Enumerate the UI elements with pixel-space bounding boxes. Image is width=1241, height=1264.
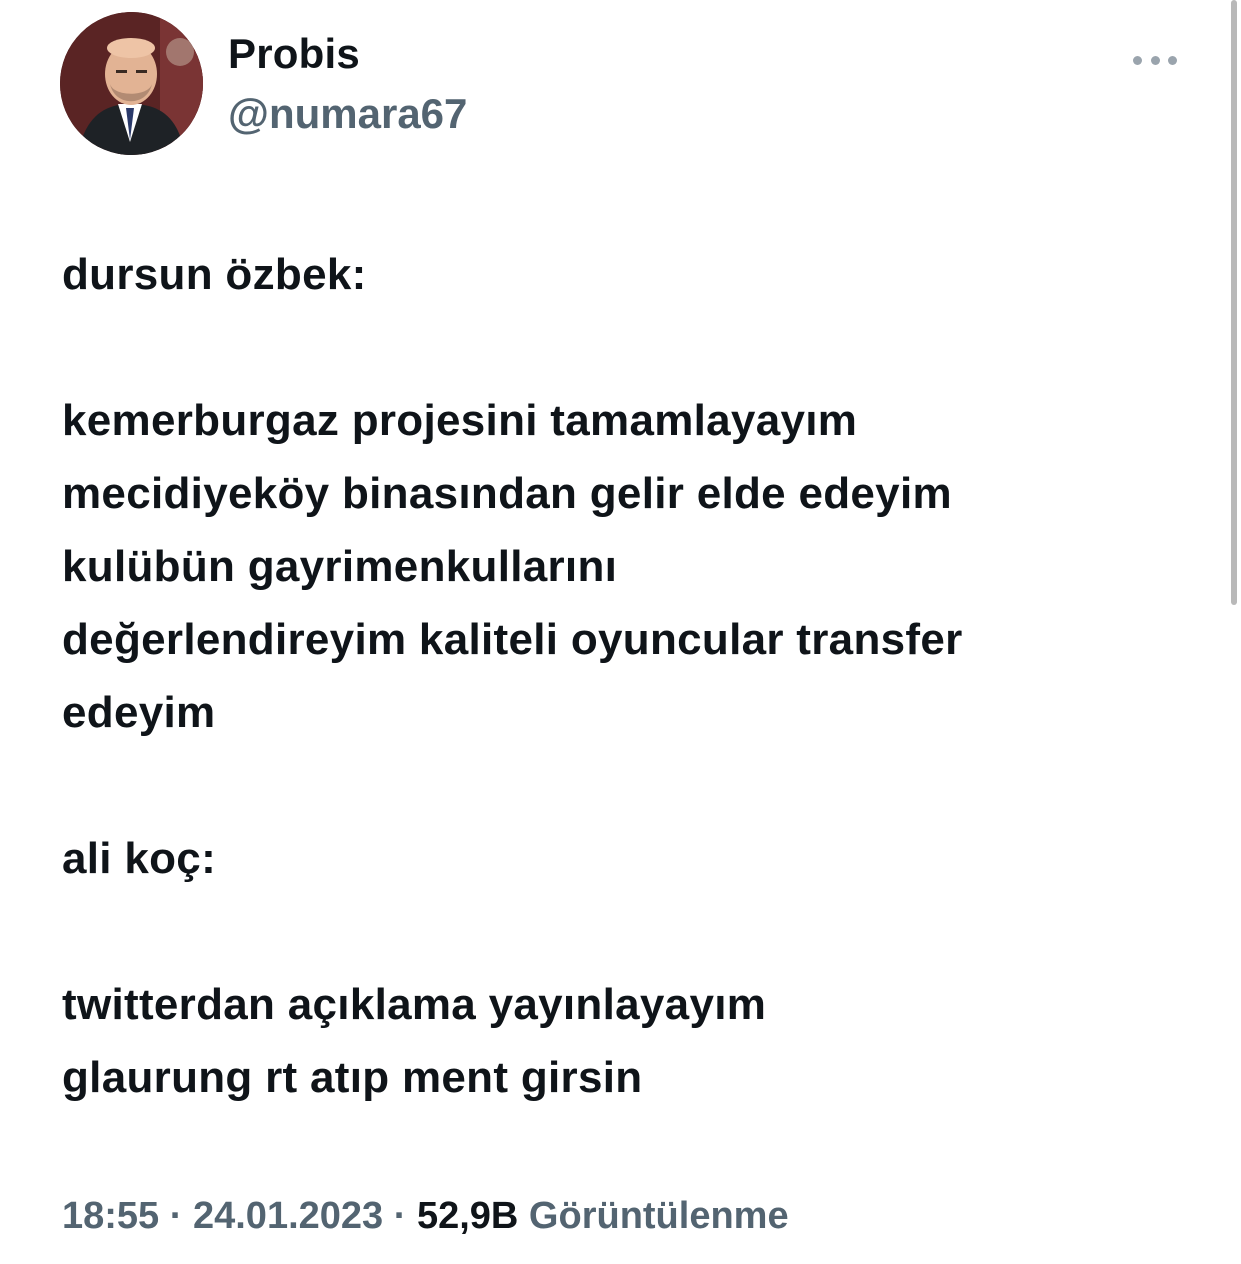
speaker-label: ali koç: (62, 834, 217, 883)
speaker-label: dursun özbek: (62, 250, 367, 299)
text-line: edeyim (62, 688, 216, 737)
tweet-date[interactable]: 24.01.2023 (193, 1195, 383, 1237)
tweet-text: dursun özbek: kemerburgaz projesini tama… (62, 238, 1192, 1114)
user-handle[interactable]: @numara67 (228, 88, 467, 140)
display-name[interactable]: Probis (228, 28, 467, 80)
more-dot (1133, 55, 1142, 65)
tweet-meta: 18:55 · 24.01.2023 · 52,9B Görüntülenme (62, 1190, 789, 1242)
text-line: değerlendireyim kaliteli oyuncular trans… (62, 615, 963, 664)
scrollbar[interactable] (1231, 0, 1237, 605)
text-line: twitterdan açıklama yayınlayayım (62, 980, 767, 1029)
text-line: kemerburgaz projesini tamamlayayım (62, 396, 858, 445)
text-line: mecidiyeköy binasından gelir elde edeyim (62, 469, 952, 518)
avatar[interactable] (60, 12, 203, 155)
views-count[interactable]: 52,9B (417, 1195, 518, 1237)
text-line: kulübün gayrimenkullarını (62, 542, 618, 591)
separator-dot: · (159, 1195, 193, 1237)
tweet-time[interactable]: 18:55 (62, 1195, 159, 1237)
author-names: Probis @numara67 (228, 28, 467, 140)
tweet-header: Probis @numara67 (60, 12, 1241, 157)
separator-dot: · (383, 1195, 417, 1237)
more-dot (1150, 55, 1160, 65)
views-label: Görüntülenme (528, 1195, 789, 1237)
more-horizontal-icon[interactable] (1133, 48, 1177, 72)
text-line: glaurung rt atıp ment girsin (62, 1053, 643, 1102)
more-dot (1168, 55, 1177, 65)
